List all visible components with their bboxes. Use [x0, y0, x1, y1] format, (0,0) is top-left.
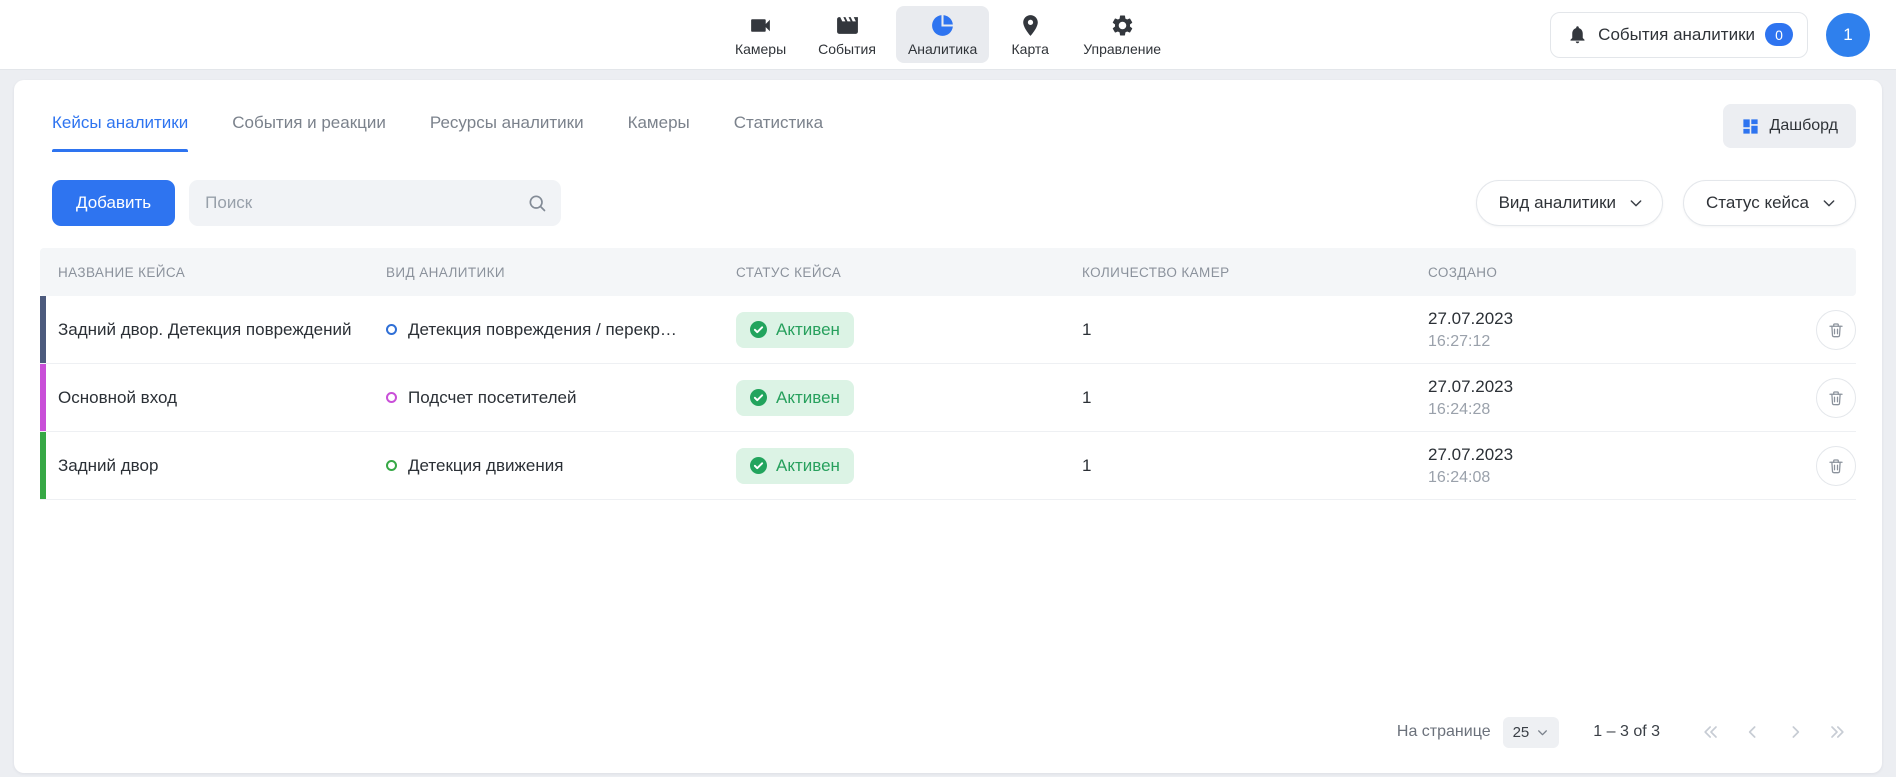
column-header-name: НАЗВАНИЕ КЕЙСА: [40, 265, 386, 280]
per-page-label: На странице: [1397, 723, 1491, 741]
analytics-type-icon: [386, 460, 397, 471]
nav-label: Управление: [1083, 41, 1161, 57]
delete-case-button[interactable]: [1816, 310, 1856, 350]
status-badge: Активен: [736, 448, 854, 484]
camera-count: 1: [1082, 456, 1428, 476]
events-count-badge: 0: [1765, 23, 1793, 46]
case-color-bar: [40, 432, 46, 499]
dashboard-button[interactable]: Дашборд: [1723, 104, 1857, 148]
tab-analytics-resources[interactable]: Ресурсы аналитики: [430, 113, 584, 152]
status-badge: Активен: [736, 380, 854, 416]
gear-icon: [1110, 13, 1135, 38]
tab-statistics[interactable]: Статистика: [734, 113, 823, 152]
nav-label: Камеры: [735, 41, 786, 57]
table-row[interactable]: Задний двор Детекция движения Активен 1 …: [40, 432, 1856, 500]
camera-count: 1: [1082, 388, 1428, 408]
status-badge: Активен: [736, 312, 854, 348]
tab-analytics-cases[interactable]: Кейсы аналитики: [52, 113, 188, 152]
per-page-select[interactable]: 25: [1503, 717, 1560, 748]
tabs-row: Кейсы аналитики События и реакции Ресурс…: [14, 80, 1882, 160]
analytics-type-filter[interactable]: Вид аналитики: [1476, 180, 1663, 226]
created-at: 27.07.2023 16:27:12: [1428, 309, 1800, 351]
nav-label: Аналитика: [908, 41, 977, 57]
case-name: Основной вход: [40, 388, 386, 408]
filters: Вид аналитики Статус кейса: [1476, 180, 1856, 226]
check-circle-icon: [750, 457, 767, 474]
table-row[interactable]: Основной вход Подсчет посетителей Активе…: [40, 364, 1856, 432]
case-name: Задний двор: [40, 456, 386, 476]
table-row[interactable]: Задний двор. Детекция повреждений Детекц…: [40, 296, 1856, 364]
page-background: Кейсы аналитики События и реакции Ресурс…: [0, 70, 1896, 777]
column-header-cameras: КОЛИЧЕСТВО КАМЕР: [1082, 265, 1428, 280]
case-status-filter[interactable]: Статус кейса: [1683, 180, 1856, 226]
cases-table: НАЗВАНИЕ КЕЙСА ВИД АНАЛИТИКИ СТАТУС КЕЙС…: [40, 248, 1856, 500]
nav-item-events[interactable]: События: [806, 6, 888, 63]
analytics-type-icon: [386, 392, 397, 403]
nav-item-management[interactable]: Управление: [1071, 6, 1173, 63]
pager: [1694, 715, 1854, 749]
case-color-bar: [40, 296, 46, 363]
tabs: Кейсы аналитики События и реакции Ресурс…: [52, 113, 823, 152]
pie-chart-icon: [930, 13, 955, 38]
analytics-card: Кейсы аналитики События и реакции Ресурс…: [14, 80, 1882, 773]
case-analytics-type: Детекция повреждения / перекр…: [386, 320, 736, 340]
add-case-button[interactable]: Добавить: [52, 180, 175, 226]
delete-case-button[interactable]: [1816, 446, 1856, 486]
case-status: Активен: [736, 380, 1082, 416]
case-status: Активен: [736, 312, 1082, 348]
column-header-type: ВИД АНАЛИТИКИ: [386, 265, 736, 280]
map-pin-icon: [1018, 13, 1043, 38]
check-circle-icon: [750, 389, 767, 406]
avatar[interactable]: 1: [1826, 13, 1870, 57]
search-input[interactable]: [205, 193, 527, 213]
case-analytics-type: Детекция движения: [386, 456, 736, 476]
bell-icon: [1567, 24, 1588, 45]
nav-item-map[interactable]: Карта: [997, 6, 1063, 63]
chevron-down-icon: [1628, 195, 1644, 211]
toolbar: Добавить Вид аналитики Статус кейса: [14, 160, 1882, 248]
chevron-down-icon: [1536, 726, 1549, 739]
tab-events-reactions[interactable]: События и реакции: [232, 113, 386, 152]
delete-case-button[interactable]: [1816, 378, 1856, 418]
video-camera-icon: [748, 13, 773, 38]
case-status: Активен: [736, 448, 1082, 484]
column-header-status: СТАТУС КЕЙСА: [736, 265, 1082, 280]
case-analytics-type: Подсчет посетителей: [386, 388, 736, 408]
next-page-button[interactable]: [1778, 715, 1812, 749]
case-name: Задний двор. Детекция повреждений: [40, 320, 386, 340]
nav-label: События: [818, 41, 876, 57]
prev-page-button[interactable]: [1736, 715, 1770, 749]
nav-item-analytics[interactable]: Аналитика: [896, 6, 989, 63]
check-circle-icon: [750, 321, 767, 338]
nav-item-cameras[interactable]: Камеры: [723, 6, 798, 63]
case-color-bar: [40, 364, 46, 431]
search-icon: [527, 193, 547, 213]
analytics-events-button[interactable]: События аналитики 0: [1550, 12, 1808, 58]
top-bar: Камеры События Аналитика Карта Управлени: [0, 0, 1896, 70]
analytics-type-icon: [386, 324, 397, 335]
events-button-label: События аналитики: [1598, 25, 1755, 45]
camera-count: 1: [1082, 320, 1428, 340]
created-at: 27.07.2023 16:24:28: [1428, 377, 1800, 419]
page-range: 1 – 3 of 3: [1593, 723, 1660, 741]
movie-events-icon: [835, 13, 860, 38]
column-header-created: СОЗДАНО: [1428, 265, 1800, 280]
filter-label: Статус кейса: [1706, 193, 1809, 213]
first-page-button[interactable]: [1694, 715, 1728, 749]
created-at: 27.07.2023 16:24:08: [1428, 445, 1800, 487]
nav-label: Карта: [1012, 41, 1049, 57]
dashboard-grid-icon: [1741, 117, 1760, 136]
chevron-down-icon: [1821, 195, 1837, 211]
search-box: [189, 180, 561, 226]
last-page-button[interactable]: [1820, 715, 1854, 749]
pagination: На странице 25 1 – 3 of 3: [14, 695, 1882, 773]
filter-label: Вид аналитики: [1499, 193, 1616, 213]
tab-cameras[interactable]: Камеры: [628, 113, 690, 152]
table-header: НАЗВАНИЕ КЕЙСА ВИД АНАЛИТИКИ СТАТУС КЕЙС…: [40, 248, 1856, 296]
dashboard-button-label: Дашборд: [1770, 117, 1839, 135]
